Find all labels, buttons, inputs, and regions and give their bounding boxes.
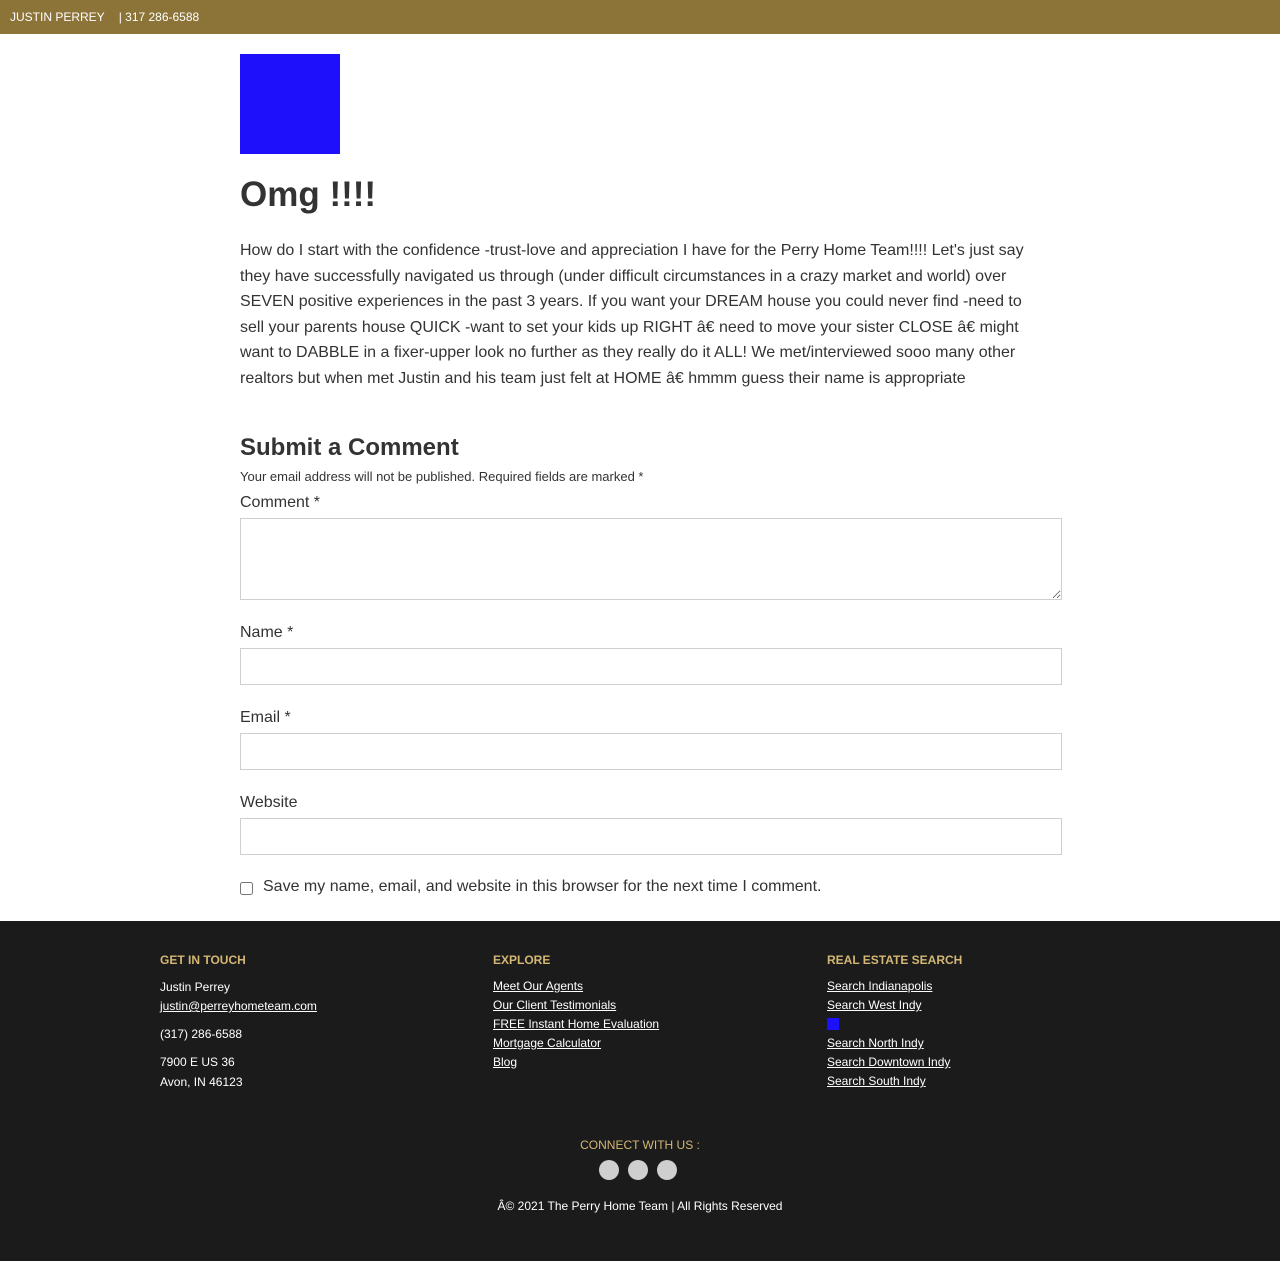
get-in-touch-heading: GET IN TOUCH <box>160 953 246 967</box>
name-input[interactable] <box>240 647 1062 685</box>
contact-name: Justin Perrey <box>160 980 231 994</box>
email-input[interactable] <box>240 732 1062 770</box>
website-input[interactable] <box>240 817 1062 855</box>
comment-field: Comment * <box>240 493 1062 600</box>
search-links: Search Indianapolis Search West Indy Sea… <box>827 977 962 1091</box>
footer-get-in-touch: GET IN TOUCH Justin Perrey justin@perrey… <box>160 953 317 1092</box>
post-title: Omg !!!! <box>240 175 377 214</box>
name-field: Name * <box>240 623 1062 685</box>
explore-links: Meet Our Agents Our Client Testimonials … <box>493 977 659 1072</box>
search-link-north-indy[interactable]: Search North Indy <box>827 1034 962 1053</box>
comment-notes: Your email address will not be published… <box>240 468 644 484</box>
explore-heading: EXPLORE <box>493 953 551 967</box>
copyright: Â© 2021 The Perry Home Team | All Rights… <box>497 1199 783 1213</box>
footer: GET IN TOUCH Justin Perrey justin@perrey… <box>0 921 1280 1261</box>
cookies-consent-label[interactable]: Save my name, email, and website in this… <box>263 877 821 897</box>
explore-link-agents[interactable]: Meet Our Agents <box>493 977 659 996</box>
search-link-downtown-indy[interactable]: Search Downtown Indy <box>827 1053 962 1072</box>
explore-link-home-evaluation[interactable]: FREE Instant Home Evaluation <box>493 1015 659 1034</box>
top-bar: JUSTIN PERREY | 317 286-6588 <box>0 0 1280 34</box>
comment-form-title: Submit a Comment <box>240 433 459 461</box>
explore-link-blog[interactable]: Blog <box>493 1053 659 1072</box>
explore-link-testimonials[interactable]: Our Client Testimonials <box>493 996 659 1015</box>
search-link-south-indy[interactable]: Search South Indy <box>827 1072 962 1091</box>
social-icons <box>599 1160 686 1180</box>
address-line-2: Avon, IN 46123 <box>160 1075 243 1089</box>
connect-with-us-label: CONNECT WITH US : <box>580 1138 700 1152</box>
social-icon-1[interactable] <box>599 1160 619 1180</box>
explore-link-mortgage-calculator[interactable]: Mortgage Calculator <box>493 1034 659 1053</box>
search-link-west-indy[interactable]: Search West Indy <box>827 996 962 1015</box>
post-featured-image <box>240 54 340 154</box>
cookies-consent: Save my name, email, and website in this… <box>240 877 1062 897</box>
main-content: Omg !!!! How do I start with the confide… <box>240 34 1062 897</box>
cookies-consent-checkbox[interactable] <box>240 881 253 895</box>
email-label: Email * <box>240 708 291 726</box>
contact-email-link[interactable]: justin@perreyhometeam.com <box>160 997 317 1016</box>
email-field: Email * <box>240 708 1062 770</box>
social-icon-2[interactable] <box>628 1160 648 1180</box>
comment-label: Comment * <box>240 493 321 511</box>
agent-phone[interactable]: | 317 286-6588 <box>119 10 200 24</box>
website-label: Website <box>240 793 298 811</box>
address-line-1: 7900 E US 36 <box>160 1055 235 1069</box>
name-label: Name * <box>240 623 294 641</box>
broken-image-icon <box>827 1018 839 1030</box>
social-icon-3[interactable] <box>657 1160 677 1180</box>
footer-real-estate-search: REAL ESTATE SEARCH Search Indianapolis S… <box>827 953 962 1091</box>
agent-name: JUSTIN PERREY <box>10 10 105 24</box>
real-estate-search-heading: REAL ESTATE SEARCH <box>827 953 963 967</box>
footer-columns: GET IN TOUCH Justin Perrey justin@perrey… <box>0 921 1280 1111</box>
search-link-indianapolis[interactable]: Search Indianapolis <box>827 977 962 996</box>
comment-textarea[interactable] <box>240 517 1062 600</box>
website-field: Website <box>240 793 1062 855</box>
contact-phone[interactable]: (317) 286-6588 <box>160 1024 317 1044</box>
footer-explore: EXPLORE Meet Our Agents Our Client Testi… <box>493 953 659 1072</box>
post-body: How do I start with the confidence -trus… <box>240 242 1024 387</box>
